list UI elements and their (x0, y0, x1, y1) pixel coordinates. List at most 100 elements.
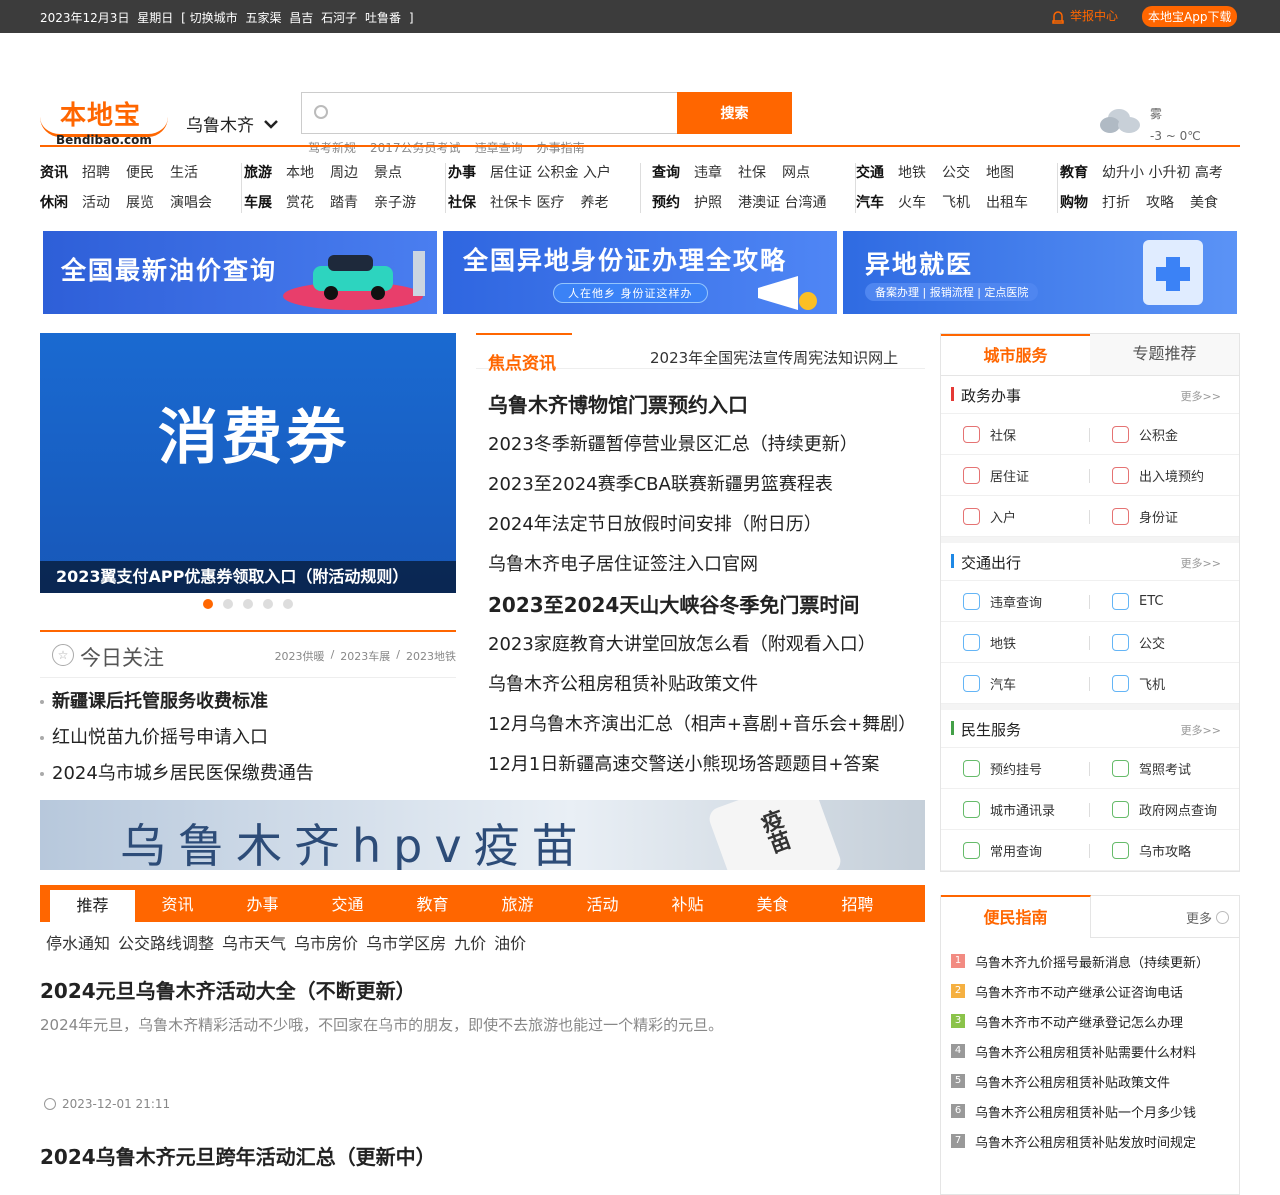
service-item[interactable]: 违章查询 (941, 581, 1090, 622)
nav-link[interactable]: 美食 (1190, 192, 1218, 212)
tag-link[interactable]: 公交路线调整 (118, 930, 214, 954)
section-more-link[interactable]: 更多>> (1181, 555, 1221, 571)
search-button[interactable]: 搜索 (677, 92, 792, 134)
today-item[interactable]: 2024乌市城乡居民医保缴费通告 (40, 756, 456, 792)
nav-category[interactable]: 车展 (244, 192, 272, 212)
nav-link[interactable]: 居住证 公积金 入户 (490, 162, 611, 182)
city-selector[interactable]: 乌鲁木齐 (186, 111, 278, 136)
news-item[interactable]: 2024年法定节日放假时间安排（附日历） (488, 505, 925, 545)
service-item[interactable]: 乌市攻略 (1090, 830, 1239, 871)
guide-item[interactable]: 6 乌鲁木齐公租房租赁补贴一个月多少钱 (951, 1096, 1239, 1126)
hotword-link[interactable]: 违章查询 (475, 139, 523, 156)
today-link[interactable]: 2023供暖 (275, 648, 325, 664)
content-tab[interactable]: 旅游 (475, 885, 560, 922)
nav-category[interactable]: 办事 (448, 162, 476, 182)
city-link-turpan[interactable]: 吐鲁番 (365, 11, 401, 25)
nav-link[interactable]: 演唱会 (170, 192, 212, 212)
service-item[interactable]: 常用查询 (941, 830, 1090, 871)
service-item[interactable]: 汽车 (941, 663, 1090, 704)
nav-category[interactable]: 教育 (1060, 162, 1088, 182)
nav-link[interactable]: 周边 (330, 162, 358, 182)
today-link[interactable]: 2023车展 (340, 648, 390, 664)
service-item[interactable]: 驾照考试 (1090, 748, 1239, 789)
nav-category[interactable]: 社保 (448, 192, 476, 212)
nav-link[interactable]: 展览 (126, 192, 154, 212)
news-item[interactable]: 12月1日新疆高速交警送小熊现场答题题目+答案 (488, 745, 925, 785)
guide-item[interactable]: 5 乌鲁木齐公租房租赁补贴政策文件 (951, 1066, 1239, 1096)
service-item[interactable]: 预约挂号 (941, 748, 1090, 789)
tag-link[interactable]: 油价 (494, 930, 526, 954)
slider[interactable]: 消费券 2023翼支付APP优惠券领取入口（附活动规则） (40, 333, 456, 593)
news-item[interactable]: 2023至2024天山大峡谷冬季免门票时间 (488, 585, 925, 625)
service-item[interactable]: ETC (1090, 581, 1239, 622)
focus-marquee[interactable]: 2023年全国宪法宣传周宪法知识网上 (650, 347, 898, 368)
nav-link[interactable]: 攻略 (1146, 192, 1174, 212)
slider-dot[interactable] (223, 599, 233, 609)
slider-dot[interactable] (203, 599, 213, 609)
news-item[interactable]: 乌鲁木齐博物馆门票预约入口 (488, 385, 925, 425)
nav-link[interactable]: 赏花 (286, 192, 314, 212)
slider-dot[interactable] (263, 599, 273, 609)
nav-link[interactable]: 招聘 (82, 162, 110, 182)
switch-city-link[interactable]: [ 切换城市 (181, 11, 238, 25)
news-item[interactable]: 2023至2024赛季CBA联赛新疆男篮赛程表 (488, 465, 925, 505)
tab-city-services[interactable]: 城市服务 (941, 334, 1090, 375)
guide-item[interactable]: 4 乌鲁木齐公租房租赁补贴需要什么材料 (951, 1036, 1239, 1066)
section-more-link[interactable]: 更多>> (1181, 722, 1221, 738)
nav-link[interactable]: 亲子游 (374, 192, 416, 212)
service-item[interactable]: 城市通讯录 (941, 789, 1090, 830)
guide-more-link[interactable]: 更多 (1186, 908, 1229, 927)
nav-link[interactable]: 火车 (898, 192, 926, 212)
article-item[interactable]: 2024乌鲁木齐元旦跨年活动汇总（更新中） (40, 1141, 925, 1170)
nav-link[interactable]: 地铁 (898, 162, 926, 182)
article-item[interactable]: 2024元旦乌鲁木齐活动大全（不断更新） 2024年元旦，乌鲁木齐精彩活动不少哦… (40, 975, 925, 1111)
nav-link[interactable]: 护照 (694, 192, 722, 212)
today-link[interactable]: 2023地铁 (406, 648, 456, 664)
guide-item[interactable]: 7 乌鲁木齐公租房租赁补贴发放时间规定 (951, 1126, 1239, 1156)
nav-link[interactable]: 港澳证 台湾通 (738, 192, 826, 212)
article-title[interactable]: 2024元旦乌鲁木齐活动大全（不断更新） (40, 975, 925, 1004)
nav-link[interactable]: 景点 (374, 162, 402, 182)
service-item[interactable]: 入户 (941, 496, 1090, 537)
nav-link[interactable]: 地图 (986, 162, 1014, 182)
slider-dot[interactable] (243, 599, 253, 609)
nav-link[interactable]: 社保卡 医疗 (490, 192, 564, 212)
city-link-wujiaqu[interactable]: 五家渠 (245, 11, 281, 25)
banner-medical[interactable]: 异地就医 备案办理 | 报销流程 | 定点医院 (843, 231, 1237, 314)
guide-item[interactable]: 1 乌鲁木齐九价摇号最新消息（持续更新） (951, 946, 1239, 976)
nav-category[interactable]: 汽车 (856, 192, 884, 212)
slider-caption[interactable]: 2023翼支付APP优惠券领取入口（附活动规则） (40, 561, 456, 593)
report-center-link[interactable]: 举报中心 (1050, 7, 1118, 24)
news-item[interactable]: 2023冬季新疆暂停营业景区汇总（持续更新） (488, 425, 925, 465)
content-tab[interactable]: 资讯 (135, 885, 220, 922)
weather-widget[interactable]: 雾 -3 ~ 0℃ (1100, 103, 1201, 147)
service-item[interactable]: 地铁 (941, 622, 1090, 663)
content-tab[interactable]: 交通 (305, 885, 390, 922)
hpv-banner[interactable]: 乌鲁木齐hpv疫苗 疫苗 (40, 800, 925, 870)
city-link-changji[interactable]: 昌吉 (289, 11, 313, 25)
tag-link[interactable]: 乌市学区房 (366, 930, 446, 954)
hotword-link[interactable]: 2017公务员考试 (370, 139, 461, 156)
guide-item[interactable]: 3 乌鲁木齐市不动产继承登记怎么办理 (951, 1006, 1239, 1036)
nav-link[interactable]: 出租车 (986, 192, 1028, 212)
service-item[interactable]: 社保 (941, 414, 1090, 455)
tag-link[interactable]: 乌市天气 (222, 930, 286, 954)
today-item[interactable]: 新疆课后托管服务收费标准 (40, 684, 456, 720)
content-tab[interactable]: 补贴 (645, 885, 730, 922)
news-item[interactable]: 乌鲁木齐公租房租赁补贴政策文件 (488, 665, 925, 705)
service-item[interactable]: 飞机 (1090, 663, 1239, 704)
tag-link[interactable]: 停水通知 (46, 930, 110, 954)
search-input[interactable] (302, 93, 677, 133)
city-link-shihezi[interactable]: 石河子 (321, 11, 357, 25)
nav-link[interactable]: 社保 (738, 162, 766, 182)
content-tab[interactable]: 教育 (390, 885, 475, 922)
article-title[interactable]: 2024乌鲁木齐元旦跨年活动汇总（更新中） (40, 1141, 925, 1170)
content-tab[interactable]: 推荐 (50, 890, 135, 922)
nav-link[interactable]: 踏青 (330, 192, 358, 212)
nav-category[interactable]: 预约 (652, 192, 680, 212)
service-item[interactable]: 公积金 (1090, 414, 1239, 455)
content-tab[interactable]: 招聘 (815, 885, 900, 922)
tag-link[interactable]: 九价 (454, 930, 486, 954)
nav-category[interactable]: 休闲 (40, 192, 68, 212)
nav-category[interactable]: 资讯 (40, 162, 68, 182)
